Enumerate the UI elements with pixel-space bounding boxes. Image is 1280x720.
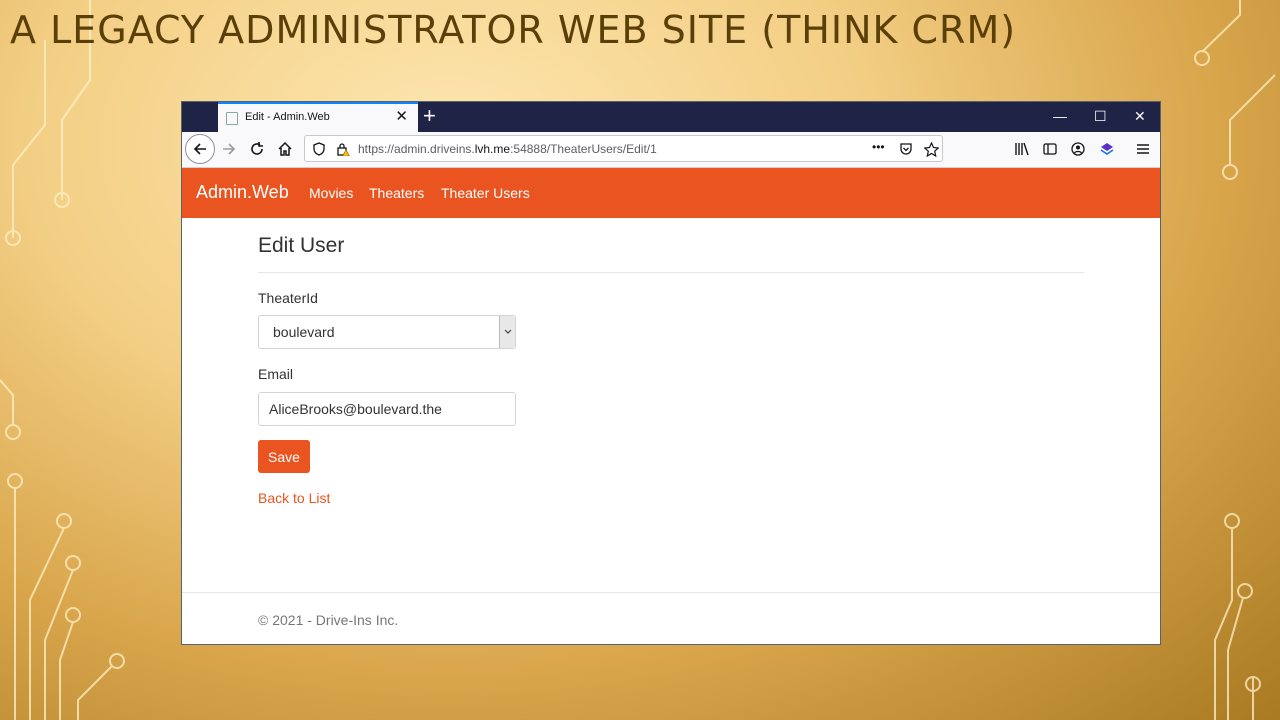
lock-warning-icon[interactable] xyxy=(334,140,352,158)
brand-link[interactable]: Admin.Web xyxy=(196,182,289,203)
email-label: Email xyxy=(258,366,294,382)
address-bar[interactable]: https://admin.driveins.lvh.me:54888/Thea… xyxy=(304,135,943,162)
theater-id-label: TheaterId xyxy=(258,290,318,306)
home-button[interactable] xyxy=(276,140,294,158)
back-to-list-link[interactable]: Back to List xyxy=(258,490,330,506)
browser-tab[interactable]: Edit - Admin.Web ✕ xyxy=(218,102,418,132)
chevron-down-icon[interactable] xyxy=(499,316,515,348)
app-navbar: Admin.Web Movies Theaters Theater Users xyxy=(182,168,1160,218)
reload-button[interactable] xyxy=(248,140,266,158)
url-text: https://admin.driveins.lvh.me:54888/Thea… xyxy=(358,142,657,156)
nav-theater-users[interactable]: Theater Users xyxy=(441,185,530,201)
page-favicon-icon xyxy=(226,112,238,125)
maximize-button[interactable]: ☐ xyxy=(1094,107,1107,125)
browser-window: Edit - Admin.Web ✕ + — ☐ ✕ https://admin… xyxy=(181,101,1161,645)
page-footer: © 2021 - Drive-Ins Inc. xyxy=(182,592,1160,644)
library-icon[interactable] xyxy=(1013,140,1031,158)
browser-toolbar: https://admin.driveins.lvh.me:54888/Thea… xyxy=(182,132,1160,168)
save-button[interactable]: Save xyxy=(258,440,310,473)
back-button[interactable] xyxy=(185,134,215,164)
new-tab-button[interactable]: + xyxy=(423,104,436,128)
arrow-left-icon xyxy=(193,143,206,155)
theater-id-selected-value: boulevard xyxy=(273,324,335,340)
arrow-right-icon xyxy=(223,143,236,155)
nav-movies[interactable]: Movies xyxy=(309,185,353,201)
email-field[interactable] xyxy=(258,392,516,426)
forward-button[interactable] xyxy=(220,140,238,158)
sidebar-icon[interactable] xyxy=(1041,140,1059,158)
slide-title: A LEGACY ADMINISTRATOR WEB SITE (THINK C… xyxy=(10,8,1017,52)
tab-title: Edit - Admin.Web xyxy=(245,111,330,123)
footer-copyright: © 2021 - Drive-Ins Inc. xyxy=(258,612,399,628)
close-window-button[interactable]: ✕ xyxy=(1134,107,1146,125)
account-icon[interactable] xyxy=(1069,140,1087,158)
extension-icon[interactable] xyxy=(1098,140,1116,158)
bookmark-star-icon[interactable] xyxy=(922,140,940,158)
tracking-shield-icon[interactable] xyxy=(310,140,328,158)
minimize-button[interactable]: — xyxy=(1053,107,1067,125)
page-actions-menu-icon[interactable]: ••• xyxy=(872,140,885,154)
pocket-icon[interactable] xyxy=(897,140,915,158)
home-icon xyxy=(278,141,292,156)
theater-id-select[interactable]: boulevard xyxy=(258,315,516,349)
page-content: Edit User TheaterId boulevard Email Save… xyxy=(182,218,1160,593)
hamburger-menu-icon[interactable] xyxy=(1134,140,1152,158)
reload-icon xyxy=(251,142,263,155)
divider xyxy=(258,272,1084,273)
nav-theaters[interactable]: Theaters xyxy=(369,185,424,201)
tab-close-icon[interactable]: ✕ xyxy=(395,109,408,125)
page-title: Edit User xyxy=(258,234,345,257)
browser-tab-bar: Edit - Admin.Web ✕ + — ☐ ✕ xyxy=(182,102,1160,132)
